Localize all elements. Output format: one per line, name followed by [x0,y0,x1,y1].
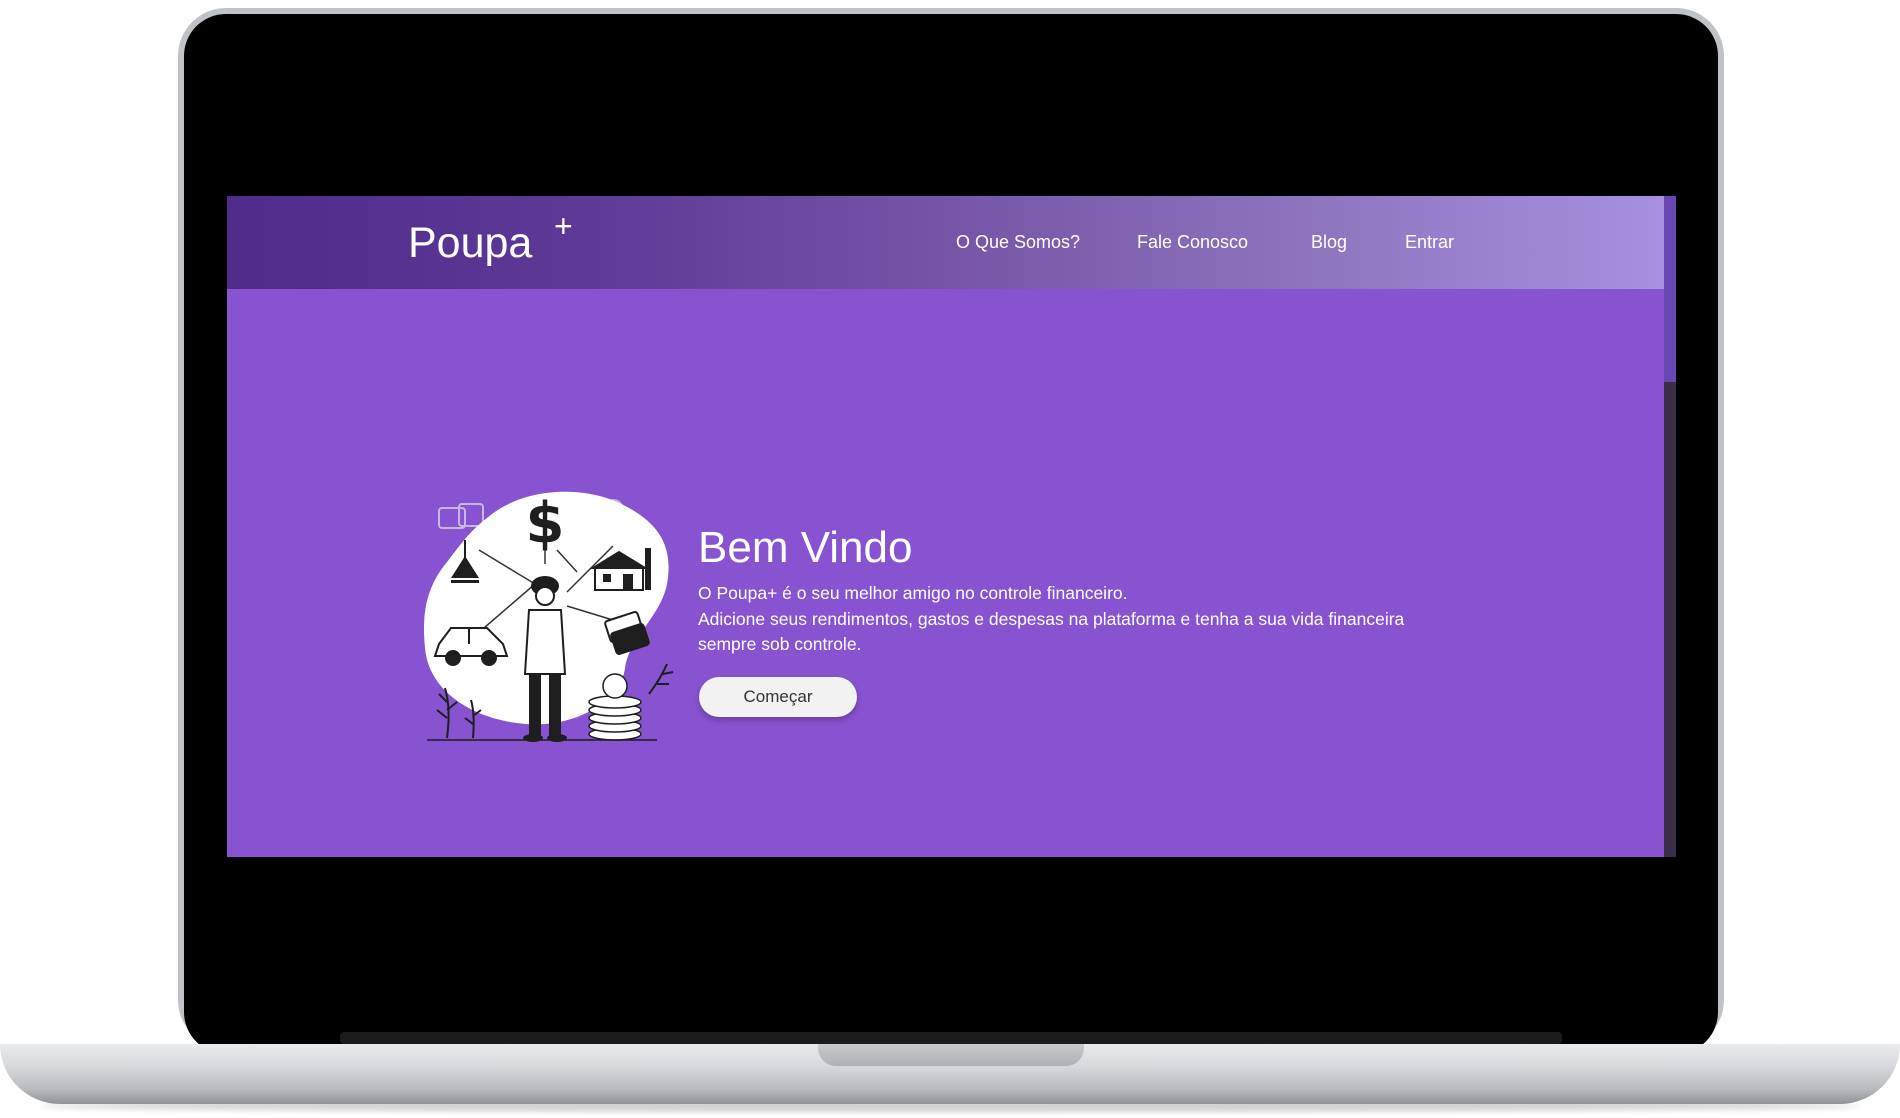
laptop-hinge [340,1032,1562,1044]
hero-line-3: sempre sob controle. [698,634,862,654]
finance-illustration: $ [423,491,674,742]
start-button[interactable]: Começar [699,677,857,717]
scrollbar-thumb[interactable] [1664,196,1676,382]
logo-text: Poupa [408,219,533,267]
site-header: Poupa + O Que Somos? Fale Conosco Blog E… [227,196,1664,289]
site-logo[interactable]: Poupa + [408,210,573,268]
nav-link-entrar[interactable]: Entrar [1405,196,1454,289]
hero-line-2: Adicione seus rendimentos, gastos e desp… [698,608,1405,629]
hero-title: Bem Vindo [698,523,913,572]
browser-viewport: Poupa + O Que Somos? Fale Conosco Blog E… [227,196,1676,857]
laptop-opening-notch [818,1044,1084,1066]
hero-line-1: O Poupa+ é o seu melhor amigo no control… [698,583,1128,603]
nav-link-o-que-somos[interactable]: O Que Somos? [956,196,1080,289]
svg-text:$: $ [526,491,565,556]
nav-link-blog[interactable]: Blog [1311,196,1347,289]
nav-link-fale-conosco[interactable]: Fale Conosco [1137,196,1248,289]
logo-plus: + [554,208,573,244]
hero-description: O Poupa+ é o seu melhor amigo no control… [698,581,1518,658]
